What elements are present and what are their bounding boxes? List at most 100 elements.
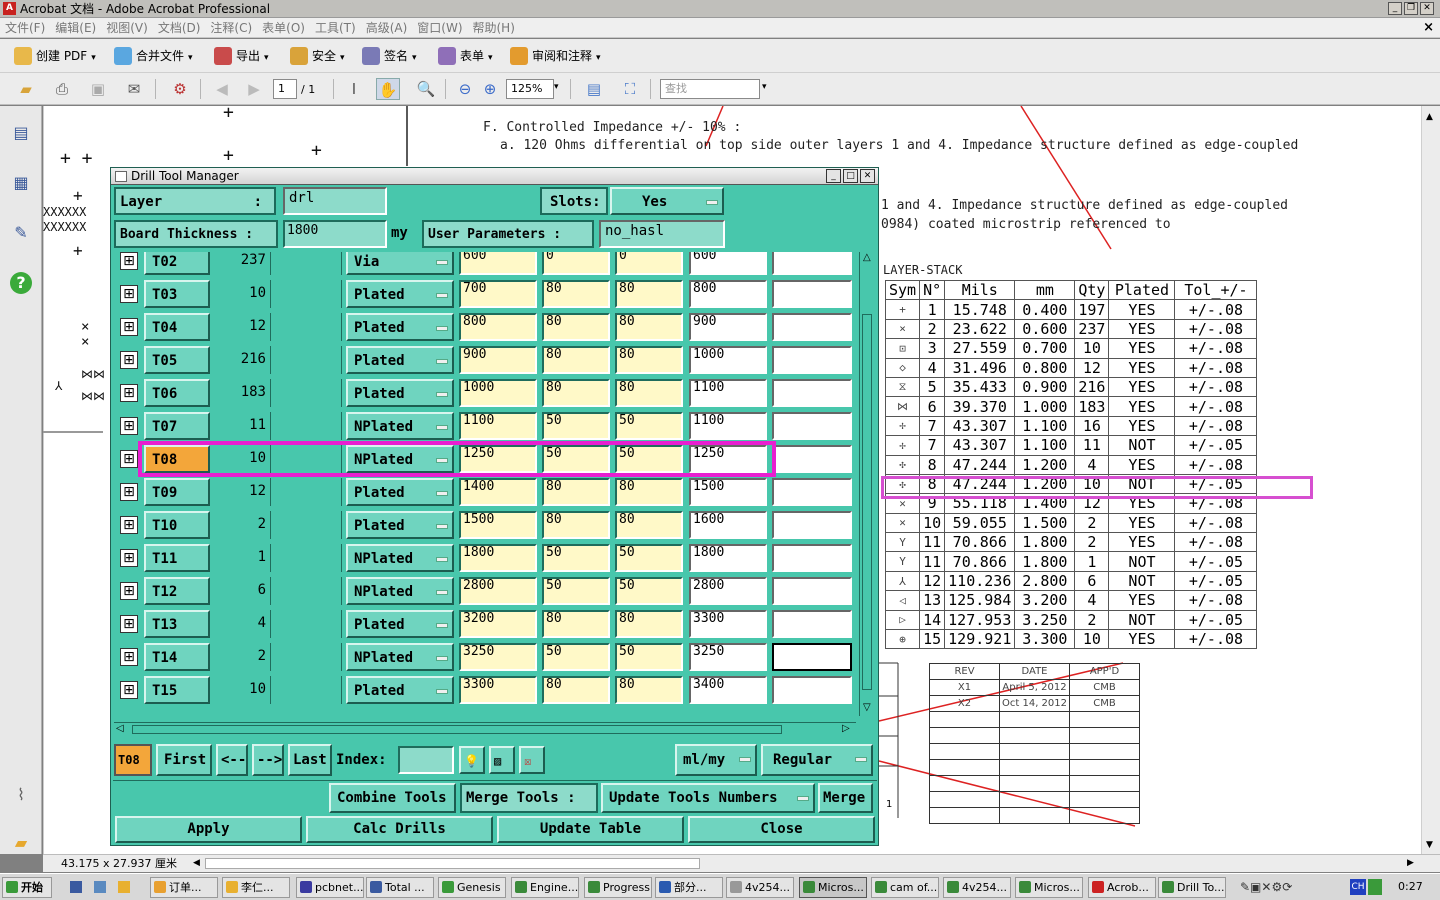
tool-size-field[interactable]: 1100: [459, 412, 537, 440]
tool-finish-size-field[interactable]: 1600: [689, 511, 767, 539]
menu-document[interactable]: 文档(D): [153, 18, 206, 38]
language-indicator[interactable]: CH: [1350, 879, 1366, 895]
minimize-button[interactable]: _: [1388, 2, 1402, 15]
tool-tol-minus-field[interactable]: 80: [615, 346, 683, 374]
tool-type-dropdown[interactable]: NPlated: [346, 544, 454, 572]
horizontal-scroll-thumb[interactable]: [205, 858, 700, 869]
scroll-down-icon[interactable]: ▼: [1426, 840, 1433, 850]
tool-tol-plus-field[interactable]: 80: [542, 511, 610, 539]
tool-type-dropdown[interactable]: Plated: [346, 610, 454, 638]
tool-extra-field[interactable]: [772, 412, 852, 440]
user-parameters-field[interactable]: no_hasl: [599, 220, 725, 248]
tool-name-button[interactable]: T03: [144, 280, 210, 308]
list-scroll-thumb[interactable]: [862, 314, 872, 690]
tool-size-field[interactable]: 3300: [459, 676, 537, 704]
menu-window[interactable]: 窗口(W): [412, 18, 467, 38]
tool-finish-size-field[interactable]: 1100: [689, 379, 767, 407]
tool-finish-size-field[interactable]: 1800: [689, 544, 767, 572]
taskbar-item[interactable]: 李仁...: [222, 877, 290, 898]
tool-extra-field[interactable]: [772, 252, 852, 275]
tool-type-dropdown[interactable]: Plated: [346, 280, 454, 308]
tool-tol-plus-field[interactable]: 50: [542, 544, 610, 572]
tool-extra-field[interactable]: [772, 313, 852, 341]
taskbar-item[interactable]: pcbnet...: [296, 877, 364, 898]
tool-tol-minus-field[interactable]: 80: [615, 676, 683, 704]
tool-size-field[interactable]: 3200: [459, 610, 537, 638]
bookmarks-icon[interactable]: ▦: [10, 172, 32, 194]
dialog-close-button[interactable]: ✕: [860, 169, 875, 183]
tool-tol-plus-field[interactable]: 0: [542, 252, 610, 275]
previous-button[interactable]: <--: [216, 744, 248, 776]
menu-forms[interactable]: 表单(O): [257, 18, 310, 38]
tool-finish-size-field[interactable]: 1250: [689, 445, 767, 473]
print-icon[interactable]: ⎙: [50, 78, 74, 100]
tool-tol-minus-field[interactable]: 80: [615, 313, 683, 341]
expand-tool-icon[interactable]: ⊞: [120, 417, 138, 435]
delete-icon[interactable]: ☒: [519, 746, 545, 774]
tool-extra-field[interactable]: [772, 478, 852, 506]
list-scroll-right-icon[interactable]: ▷: [842, 723, 850, 734]
tool-type-dropdown[interactable]: Plated: [346, 478, 454, 506]
tool-name-button[interactable]: T11: [144, 544, 210, 572]
tool-type-dropdown[interactable]: NPlated: [346, 445, 454, 473]
search-dropdown-icon[interactable]: ▾: [762, 82, 767, 92]
mode-dropdown[interactable]: Regular: [761, 744, 873, 776]
tool-tol-plus-field[interactable]: 80: [542, 478, 610, 506]
tool-size-field[interactable]: 1400: [459, 478, 537, 506]
taskbar-item[interactable]: Genesis: [438, 877, 506, 898]
tool-tol-plus-field[interactable]: 80: [542, 346, 610, 374]
merge-button[interactable]: Merge: [818, 783, 873, 813]
review-comment-button[interactable]: 审阅和注释 ▾: [508, 45, 601, 67]
menu-view[interactable]: 视图(V): [101, 18, 153, 38]
tool-finish-size-field[interactable]: 600: [689, 252, 767, 275]
tool-extra-field[interactable]: [772, 346, 852, 374]
tool-tol-plus-field[interactable]: 50: [542, 577, 610, 605]
tool-tol-plus-field[interactable]: 80: [542, 280, 610, 308]
hand-tool-icon[interactable]: ✋: [376, 78, 400, 100]
menu-file[interactable]: 文件(F): [0, 18, 50, 38]
menu-help[interactable]: 帮助(H): [468, 18, 520, 38]
expand-tool-icon[interactable]: ⊞: [120, 615, 138, 633]
zoom-out-icon[interactable]: ⊖: [453, 78, 477, 100]
tool-tol-plus-field[interactable]: 50: [542, 643, 610, 671]
tool-type-dropdown[interactable]: NPlated: [346, 412, 454, 440]
combine-files-button[interactable]: 合并文件 ▾: [112, 45, 193, 67]
tool-finish-size-field[interactable]: 3300: [689, 610, 767, 638]
tool-extra-field[interactable]: [772, 577, 852, 605]
tool-tol-plus-field[interactable]: 80: [542, 379, 610, 407]
slots-dropdown[interactable]: Yes: [610, 187, 724, 215]
tool-type-dropdown[interactable]: NPlated: [346, 577, 454, 605]
taskbar-item[interactable]: cam of...: [871, 877, 939, 898]
tool-extra-field[interactable]: [772, 280, 852, 308]
quicklaunch-icon-3[interactable]: [118, 881, 130, 893]
quicklaunch-icon-1[interactable]: [70, 881, 82, 893]
tool-name-button[interactable]: T02: [144, 252, 210, 275]
tool-tol-minus-field[interactable]: 50: [615, 577, 683, 605]
taskbar-item[interactable]: Progress: [584, 877, 652, 898]
tool-finish-size-field[interactable]: 900: [689, 313, 767, 341]
tool-size-field[interactable]: 700: [459, 280, 537, 308]
bulb-icon[interactable]: 💡: [459, 746, 485, 774]
forms-button[interactable]: 表单 ▾: [436, 45, 493, 67]
tool-finish-size-field[interactable]: 3400: [689, 676, 767, 704]
tool-size-field[interactable]: 3250: [459, 643, 537, 671]
tool-size-field[interactable]: 800: [459, 313, 537, 341]
tool-extra-field[interactable]: [772, 643, 852, 671]
hscroll-left-icon[interactable]: ◀: [193, 855, 200, 872]
board-thickness-field[interactable]: 1800: [283, 220, 387, 248]
next-button[interactable]: -->: [252, 744, 284, 776]
export-button[interactable]: 导出 ▾: [212, 45, 269, 67]
tool-name-button[interactable]: T04: [144, 313, 210, 341]
expand-tool-icon[interactable]: ⊞: [120, 351, 138, 369]
taskbar-item[interactable]: 部分...: [655, 877, 723, 898]
tool-name-button[interactable]: T15: [144, 676, 210, 704]
expand-tool-icon[interactable]: ⊞: [120, 582, 138, 600]
list-scroll-up-icon[interactable]: △: [863, 252, 871, 263]
tool-size-field[interactable]: 1000: [459, 379, 537, 407]
tool-size-field[interactable]: 900: [459, 346, 537, 374]
attachments-icon[interactable]: ⌇: [10, 784, 32, 806]
update-tools-numbers-dropdown[interactable]: Update Tools Numbers: [601, 783, 815, 813]
expand-tool-icon[interactable]: ⊞: [120, 318, 138, 336]
tool-tol-minus-field[interactable]: 50: [615, 445, 683, 473]
expand-tool-icon[interactable]: ⊞: [120, 450, 138, 468]
